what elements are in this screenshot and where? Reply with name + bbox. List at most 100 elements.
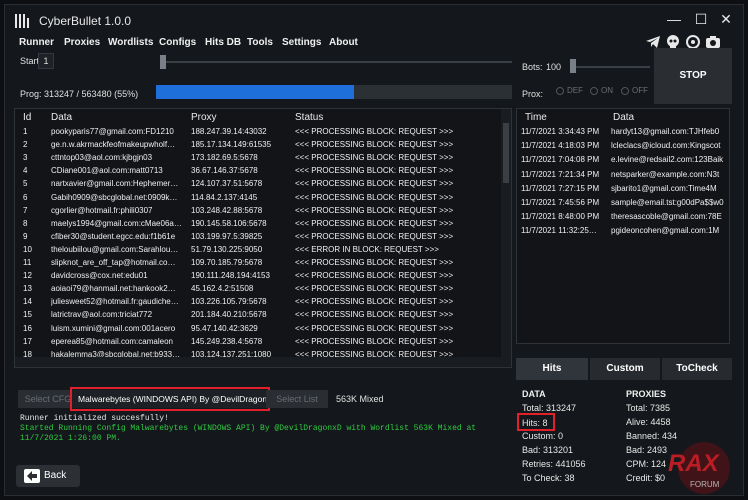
stop-button[interactable]: STOP bbox=[654, 48, 732, 104]
row-id: 9 bbox=[23, 231, 28, 241]
row-status: <<< ERROR IN BLOCK: REQUEST >>> bbox=[295, 244, 439, 254]
row-status: <<< PROCESSING BLOCK: REQUEST >>> bbox=[295, 297, 454, 307]
menu-tools[interactable]: Tools bbox=[247, 37, 273, 48]
table-row[interactable]: 6 Gabih0909@sbcglobal.net:0909k… 114.84.2.… bbox=[15, 193, 501, 206]
hit-row[interactable]: 11/7/2021 11:32:25… pgideoncohen@gmail.co… bbox=[517, 226, 729, 240]
table-row[interactable]: 14 juliesweet52@hotmail.fr:gaudiche… 103.2… bbox=[15, 297, 501, 310]
row-id: 2 bbox=[23, 140, 28, 150]
table-row[interactable]: 1 pookyparis77@gmail.com:FD1210 188.247.39… bbox=[15, 127, 501, 140]
hit-row[interactable]: 11/7/2021 7:27:15 PM sjbarito1@gmail.com:… bbox=[517, 183, 729, 198]
row-proxy: 103.226.105.79:5678 bbox=[191, 297, 267, 307]
table-row[interactable]: 7 cgorlier@hotmail.fr:phili0307 103.248.42… bbox=[15, 206, 501, 219]
watermark-text: RAX bbox=[668, 450, 719, 477]
minimize-icon[interactable]: — bbox=[667, 12, 681, 26]
start-input[interactable]: 1 bbox=[38, 53, 54, 69]
prox-on-label: ON bbox=[601, 86, 613, 95]
table-row[interactable]: 5 nartxavier@gmail.com:Hephemer… 124.107.3… bbox=[15, 179, 501, 192]
row-id: 5 bbox=[23, 179, 28, 189]
proxy-alive: Alive: 4458 bbox=[626, 417, 671, 427]
row-data: theloubiilou@gmail.com:Sarahlou… bbox=[51, 244, 179, 254]
col-header-status[interactable]: Status bbox=[295, 112, 323, 123]
close-icon[interactable]: ✕ bbox=[719, 12, 733, 26]
row-id: 17 bbox=[23, 336, 32, 346]
table-row[interactable]: 11 slipknot_are_off_tap@hotmail.co… 109.70… bbox=[15, 258, 501, 271]
row-status: <<< PROCESSING BLOCK: REQUEST >>> bbox=[295, 192, 454, 202]
prox-on-radio[interactable] bbox=[590, 87, 598, 95]
menu-hits-db[interactable]: Hits DB bbox=[205, 37, 241, 48]
start-slider[interactable] bbox=[160, 61, 512, 63]
start-slider-thumb[interactable] bbox=[160, 55, 166, 69]
menu-wordlists[interactable]: Wordlists bbox=[108, 37, 153, 48]
maximize-icon[interactable]: ☐ bbox=[694, 12, 708, 26]
row-status: <<< PROCESSING BLOCK: REQUEST >>> bbox=[295, 166, 454, 176]
hit-row[interactable]: 11/7/2021 8:48:00 PM theresascoble@gmail.… bbox=[517, 212, 729, 226]
row-data: Gabih0909@sbcglobal.net:0909k… bbox=[51, 192, 178, 202]
row-proxy: 109.70.185.79:5678 bbox=[191, 258, 263, 267]
table-horizontal-scrollbar[interactable] bbox=[15, 357, 501, 367]
col-header-data[interactable]: Data bbox=[51, 112, 72, 123]
hit-row[interactable]: 11/7/2021 3:34:43 PM hardyt13@gmail.com:T… bbox=[517, 127, 729, 141]
hit-data: sjbarito1@gmail.com:Time4M bbox=[611, 183, 717, 193]
log-output: Runner initialized succesfully! Started … bbox=[20, 414, 490, 444]
menu-proxies[interactable]: Proxies bbox=[64, 37, 100, 48]
menu-about[interactable]: About bbox=[329, 37, 358, 48]
table-row[interactable]: 3 cttntop03@aol.com:kjbgjn03 173.182.69.5:… bbox=[15, 153, 501, 166]
tab-custom[interactable]: Custom bbox=[590, 358, 660, 380]
menu-configs[interactable]: Configs bbox=[159, 37, 196, 48]
row-data: cgorlier@hotmail.fr:phili0307 bbox=[51, 205, 153, 215]
table-row[interactable]: 15 latrictrav@aol.com:triciat772 201.184.4… bbox=[15, 310, 501, 323]
table-row[interactable]: 9 cfiber30@student.egcc.edu:f1b61e 103.199… bbox=[15, 232, 501, 245]
select-cfg-button[interactable]: Select CFG bbox=[18, 390, 78, 408]
row-id: 1 bbox=[23, 127, 28, 136]
data-bad: Bad: 313201 bbox=[522, 445, 574, 455]
table-row[interactable]: 17 eperea85@hotmail.com:camaleon 145.249.2… bbox=[15, 337, 501, 350]
hit-time: 11/7/2021 11:32:25… bbox=[521, 226, 597, 236]
prox-off-radio[interactable] bbox=[621, 87, 629, 95]
bots-value: 100 bbox=[546, 62, 562, 72]
menu-settings[interactable]: Settings bbox=[282, 37, 321, 48]
wordlist-name: 563K Mixed bbox=[336, 394, 384, 404]
col-header-time[interactable]: Time bbox=[525, 112, 547, 123]
hit-row[interactable]: 11/7/2021 7:04:08 PM e.levine@redsail2.co… bbox=[517, 155, 729, 169]
row-proxy: 173.182.69.5:5678 bbox=[191, 153, 258, 163]
col-header-proxy[interactable]: Proxy bbox=[191, 112, 217, 123]
row-data: latrictrav@aol.com:triciat772 bbox=[51, 310, 153, 320]
row-id: 16 bbox=[23, 323, 32, 333]
table-row[interactable]: 12 davidcross@cox.net:edu01 190.111.248.19… bbox=[15, 271, 501, 284]
hit-row[interactable]: 11/7/2021 7:21:34 PM netsparker@example.c… bbox=[517, 170, 729, 184]
hit-time: 11/7/2021 8:48:00 PM bbox=[521, 212, 600, 222]
table-row[interactable]: 13 aoiaoi79@hanmail.net:hankook2… 45.162.4… bbox=[15, 284, 501, 297]
prox-def-radio[interactable] bbox=[556, 87, 564, 95]
table-row[interactable]: 4 CDiane001@aol.com:matt0713 36.67.146.37:… bbox=[15, 166, 501, 179]
table-row[interactable]: 2 ge.n.w.akrmackfeofmakeupwholf… 185.17.13… bbox=[15, 140, 501, 153]
col-header-hit-data[interactable]: Data bbox=[613, 112, 634, 123]
table-row[interactable]: 8 maelys1994@gmail.com:cMae06a… 190.145.58… bbox=[15, 219, 501, 232]
bots-label: Bots: bbox=[522, 62, 543, 72]
bots-slider-thumb[interactable] bbox=[570, 59, 576, 73]
row-proxy: 201.184.40.210:5678 bbox=[191, 310, 267, 320]
menu-runner[interactable]: Runner bbox=[19, 37, 54, 48]
hit-row[interactable]: 11/7/2021 4:18:03 PM lcleclacs@icloud.com… bbox=[517, 141, 729, 155]
hit-time: 11/7/2021 7:27:15 PM bbox=[521, 183, 600, 193]
scroll-thumb[interactable] bbox=[503, 123, 509, 183]
bots-slider[interactable] bbox=[570, 66, 650, 68]
tab-tocheck[interactable]: ToCheck bbox=[662, 358, 732, 380]
hit-row[interactable]: 11/7/2021 7:45:56 PM sample@email.tst:g00… bbox=[517, 198, 729, 212]
col-header-id[interactable]: Id bbox=[23, 112, 31, 123]
table-row[interactable]: 10 theloubiilou@gmail.com:Sarahlou… 51.79.… bbox=[15, 245, 501, 258]
back-arrow-icon bbox=[24, 469, 40, 483]
row-status: <<< PROCESSING BLOCK: REQUEST >>> bbox=[295, 271, 454, 281]
highlight-box-config bbox=[70, 387, 270, 411]
select-list-button[interactable]: Select List bbox=[266, 390, 328, 408]
row-status: <<< PROCESSING BLOCK: REQUEST >>> bbox=[295, 231, 454, 241]
row-id: 13 bbox=[23, 284, 32, 294]
progress-fill bbox=[156, 85, 354, 99]
table-vertical-scrollbar[interactable] bbox=[501, 109, 511, 367]
table-row[interactable]: 16 luism.xumini@gmail.com:001acero 95.47.1… bbox=[15, 324, 501, 337]
proxy-total: Total: 7385 bbox=[626, 403, 671, 413]
row-data: CDiane001@aol.com:matt0713 bbox=[51, 166, 163, 176]
back-button[interactable]: Back bbox=[16, 465, 80, 487]
tab-hits[interactable]: Hits bbox=[516, 358, 588, 380]
data-tocheck: To Check: 38 bbox=[522, 473, 575, 483]
title-bar: CyberBullet 1.0.0 — ☐ ✕ bbox=[5, 5, 743, 35]
